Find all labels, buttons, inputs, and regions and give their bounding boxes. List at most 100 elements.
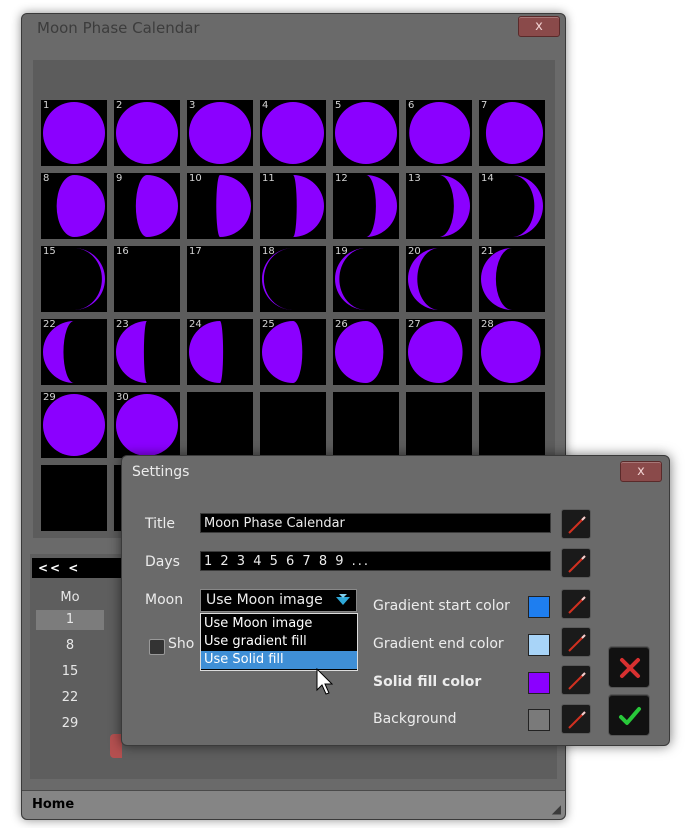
prev-month-button[interactable]: << < — [32, 558, 132, 578]
moon-lit-area — [189, 102, 251, 164]
moon-lit-area — [43, 102, 105, 164]
moon-lit-area — [512, 175, 543, 237]
day-cell[interactable]: 26 — [333, 319, 399, 385]
moon-lit-area — [408, 321, 463, 383]
empty-day-cell[interactable] — [333, 392, 399, 458]
weekday-header: Mo — [60, 590, 80, 605]
day-cell[interactable]: 25 — [260, 319, 326, 385]
day-cell[interactable]: 15 — [41, 246, 107, 312]
moon-lit-area — [409, 102, 470, 164]
day-number: 19 — [335, 246, 348, 257]
green-check-icon — [619, 707, 641, 725]
day-cell[interactable]: 18 — [260, 246, 326, 312]
day-cell[interactable]: 2 — [114, 100, 180, 166]
ok-button[interactable] — [608, 694, 650, 736]
day-cell[interactable]: 21 — [479, 246, 545, 312]
date-cell[interactable]: 1 — [36, 610, 104, 630]
day-cell[interactable]: 13 — [406, 173, 472, 239]
dropdown-option[interactable]: Use Moon image — [201, 615, 357, 633]
gradient-end-swatch[interactable] — [528, 634, 550, 656]
dropdown-option-highlighted[interactable]: Use Solid fill — [201, 651, 357, 669]
day-cell[interactable]: 7 — [479, 100, 545, 166]
day-number: 25 — [262, 319, 275, 330]
day-number: 15 — [43, 246, 56, 257]
empty-day-cell[interactable] — [187, 392, 253, 458]
day-cell[interactable]: 3 — [187, 100, 253, 166]
moon-lit-area — [216, 175, 251, 237]
day-cell[interactable]: 14 — [479, 173, 545, 239]
day-number: 28 — [481, 319, 494, 330]
day-cell[interactable]: 19 — [333, 246, 399, 312]
day-number: 7 — [481, 100, 488, 111]
day-number: 18 — [262, 246, 275, 257]
moon-phase-icon — [135, 175, 178, 237]
title-label: Title — [145, 516, 176, 532]
day-number: 22 — [43, 319, 56, 330]
date-cell[interactable]: 29 — [36, 714, 104, 734]
day-cell[interactable]: 22 — [41, 319, 107, 385]
settings-close-button[interactable]: x — [620, 461, 662, 482]
moon-dropdown: Use Moon image Use gradient fill Use Sol… — [200, 613, 358, 671]
empty-day-cell[interactable] — [41, 465, 107, 531]
moon-lit-area — [335, 102, 397, 164]
day-number: 10 — [189, 173, 202, 184]
background-color-button[interactable] — [561, 704, 591, 734]
days-color-button[interactable] — [561, 548, 591, 578]
date-cell[interactable]: 22 — [36, 688, 104, 708]
gradient-end-color-button[interactable] — [561, 627, 591, 657]
pen-icon — [568, 555, 586, 573]
day-cell[interactable]: 23 — [114, 319, 180, 385]
day-cell[interactable]: 4 — [260, 100, 326, 166]
days-field[interactable]: 1 2 3 4 5 6 7 8 9 ... — [200, 551, 551, 571]
gradient-start-swatch[interactable] — [528, 596, 550, 618]
day-number: 6 — [408, 100, 415, 111]
day-cell[interactable]: 10 — [187, 173, 253, 239]
empty-day-cell[interactable] — [406, 392, 472, 458]
cancel-button[interactable] — [608, 646, 650, 688]
moon-lit-area — [189, 321, 224, 383]
red-x-icon — [620, 658, 640, 678]
day-cell[interactable]: 17 — [187, 246, 253, 312]
date-cell[interactable]: 8 — [36, 636, 104, 656]
show-checkbox[interactable] — [149, 639, 165, 655]
day-cell[interactable]: 24 — [187, 319, 253, 385]
gradient-start-color-button[interactable] — [561, 589, 591, 619]
moon-lit-area — [135, 175, 178, 237]
main-close-button[interactable]: x — [518, 16, 560, 37]
date-cell[interactable]: 15 — [36, 662, 104, 682]
moon-select[interactable]: Use Moon image — [200, 589, 357, 612]
day-cell[interactable]: 28 — [479, 319, 545, 385]
day-number: 5 — [335, 100, 342, 111]
day-cell[interactable]: 12 — [333, 173, 399, 239]
moon-lit-area — [262, 102, 324, 164]
title-color-button[interactable] — [561, 509, 591, 539]
day-cell[interactable]: 30 — [114, 392, 180, 458]
day-cell[interactable]: 20 — [406, 246, 472, 312]
pen-icon — [568, 516, 586, 534]
solid-fill-swatch[interactable] — [528, 672, 550, 694]
moon-label: Moon — [145, 592, 184, 608]
day-cell[interactable]: 5 — [333, 100, 399, 166]
gradient-start-label: Gradient start color — [373, 598, 510, 614]
day-cell[interactable]: 9 — [114, 173, 180, 239]
day-cell[interactable]: 6 — [406, 100, 472, 166]
day-number: 13 — [408, 173, 421, 184]
pen-icon — [568, 596, 586, 614]
day-cell[interactable]: 29 — [41, 392, 107, 458]
day-cell[interactable]: 11 — [260, 173, 326, 239]
title-field[interactable]: Moon Phase Calendar — [200, 513, 551, 533]
solid-fill-color-button[interactable] — [561, 665, 591, 695]
day-cell[interactable]: 27 — [406, 319, 472, 385]
empty-day-cell[interactable] — [260, 392, 326, 458]
resize-grip-icon[interactable]: ◢ — [552, 802, 561, 816]
moon-lit-area — [481, 321, 541, 383]
day-cell[interactable]: 1 — [41, 100, 107, 166]
moon-lit-area — [116, 394, 178, 456]
moon-lit-area — [439, 175, 470, 237]
day-cell[interactable]: 8 — [41, 173, 107, 239]
day-cell[interactable]: 16 — [114, 246, 180, 312]
background-swatch[interactable] — [528, 709, 550, 731]
day-number: 27 — [408, 319, 421, 330]
empty-day-cell[interactable] — [479, 392, 545, 458]
dropdown-option[interactable]: Use gradient fill — [201, 633, 357, 651]
